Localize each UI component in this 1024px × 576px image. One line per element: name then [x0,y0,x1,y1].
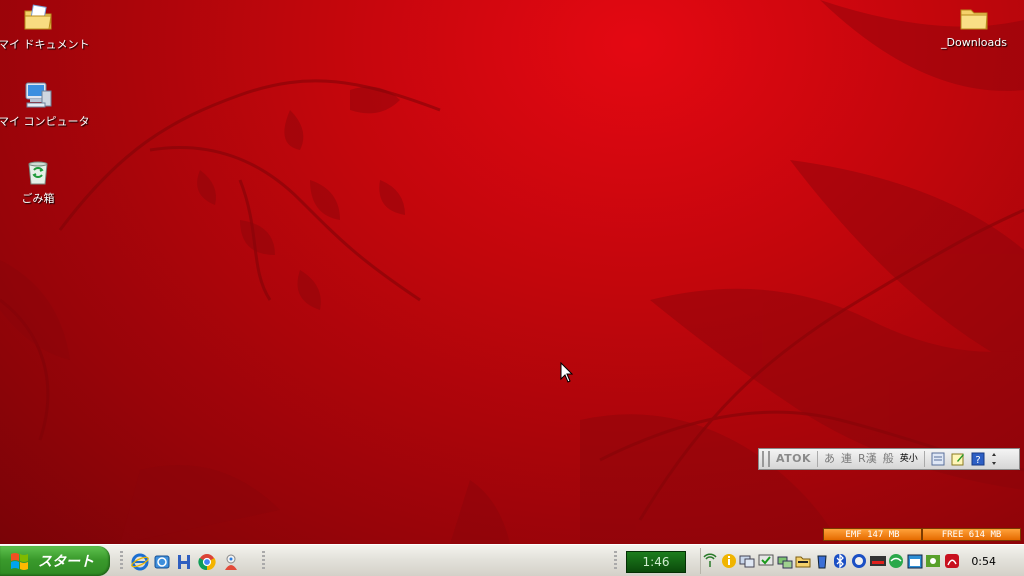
internet-explorer-icon[interactable] [131,553,149,571]
bluetooth-icon[interactable] [832,553,848,569]
monitor-check-icon[interactable] [758,553,774,569]
ime-mode-hiragana[interactable]: あ [821,450,838,468]
start-button[interactable]: スタート [0,546,110,576]
my-documents-folder-icon [24,4,52,30]
folder-icon [960,9,988,30]
ime-mode-ren[interactable]: 連 [838,450,855,468]
ime-mode-r[interactable]: R [855,450,866,468]
start-label: スタート [38,554,94,570]
svg-text:?: ? [975,455,980,466]
desktop-icon-label: マイ コンピュータ [0,115,90,128]
browser-tray-icon[interactable] [888,553,904,569]
security-shield-icon[interactable] [851,553,867,569]
ime-mode-kan[interactable]: 漢 [866,450,880,468]
chrome-icon[interactable] [198,553,216,571]
toolbar-handle[interactable] [120,551,123,571]
display-settings-icon[interactable] [739,553,755,569]
desktop-icon-my-documents[interactable]: マイ ドキュメント [0,2,90,52]
toolbar-handle[interactable] [262,551,265,571]
memory-used: EMF 147 MB [823,528,922,541]
taskbar: スタート 1:46 0:54 [0,544,1024,576]
folder-tray-icon[interactable] [795,553,811,569]
outlook-express-icon[interactable] [153,553,171,571]
trash-tray-icon[interactable] [814,553,830,569]
system-tray: 0:54 [700,548,1024,574]
info-icon[interactable] [721,553,737,569]
wireless-network-icon[interactable] [702,553,718,569]
ime-mode-eisho[interactable]: 英小 [897,450,921,468]
msn-icon[interactable] [222,553,240,571]
desktop[interactable]: マイ ドキュメント マイ コンピュータ ごみ箱 _Downloads ATOK [0,0,1024,544]
toolbar-options-icon[interactable] [990,451,998,467]
windows-flag-icon [11,553,28,570]
memory-free: FREE 614 MB [922,528,1021,541]
acrobat-icon[interactable] [944,553,960,569]
my-computer-icon [25,82,52,108]
atok-ime-toolbar[interactable]: ATOK あ 連 R 漢 般 英小 ? [758,448,1020,470]
desktop-icon-label: マイ ドキュメント [0,38,90,51]
system-clock[interactable]: 0:54 [971,555,996,568]
desktop-icon-downloads[interactable]: _Downloads [934,2,1014,49]
desktop-icon-label: ごみ箱 [21,192,55,205]
desktop-icon-my-computer[interactable]: マイ コンピュータ [0,79,90,129]
atok-logo[interactable]: ATOK [773,450,814,468]
network-connection-icon[interactable] [777,553,793,569]
desktop-icon-label: _Downloads [941,36,1007,49]
divider [923,451,925,467]
mouse-cursor-icon [560,362,574,383]
toolbar-grip[interactable] [762,451,770,467]
ime-notes-icon[interactable] [950,451,966,467]
help-icon[interactable]: ? [970,451,986,467]
divider [817,451,819,467]
desktop-icon-recycle-bin[interactable]: ごみ箱 [0,156,78,206]
h-app-icon[interactable] [175,553,193,571]
emf-meter-icon[interactable] [869,553,886,569]
ime-mode-han[interactable]: 般 [880,450,897,468]
calendar-icon[interactable] [907,553,923,569]
timer-display[interactable]: 1:46 [626,551,686,573]
toolbar-handle[interactable] [614,551,617,571]
memory-meter: EMF 147 MB FREE 614 MB [823,528,1021,541]
recycle-bin-icon [28,161,48,185]
ime-pad-icon[interactable] [930,451,946,467]
nvidia-icon[interactable] [925,553,941,569]
